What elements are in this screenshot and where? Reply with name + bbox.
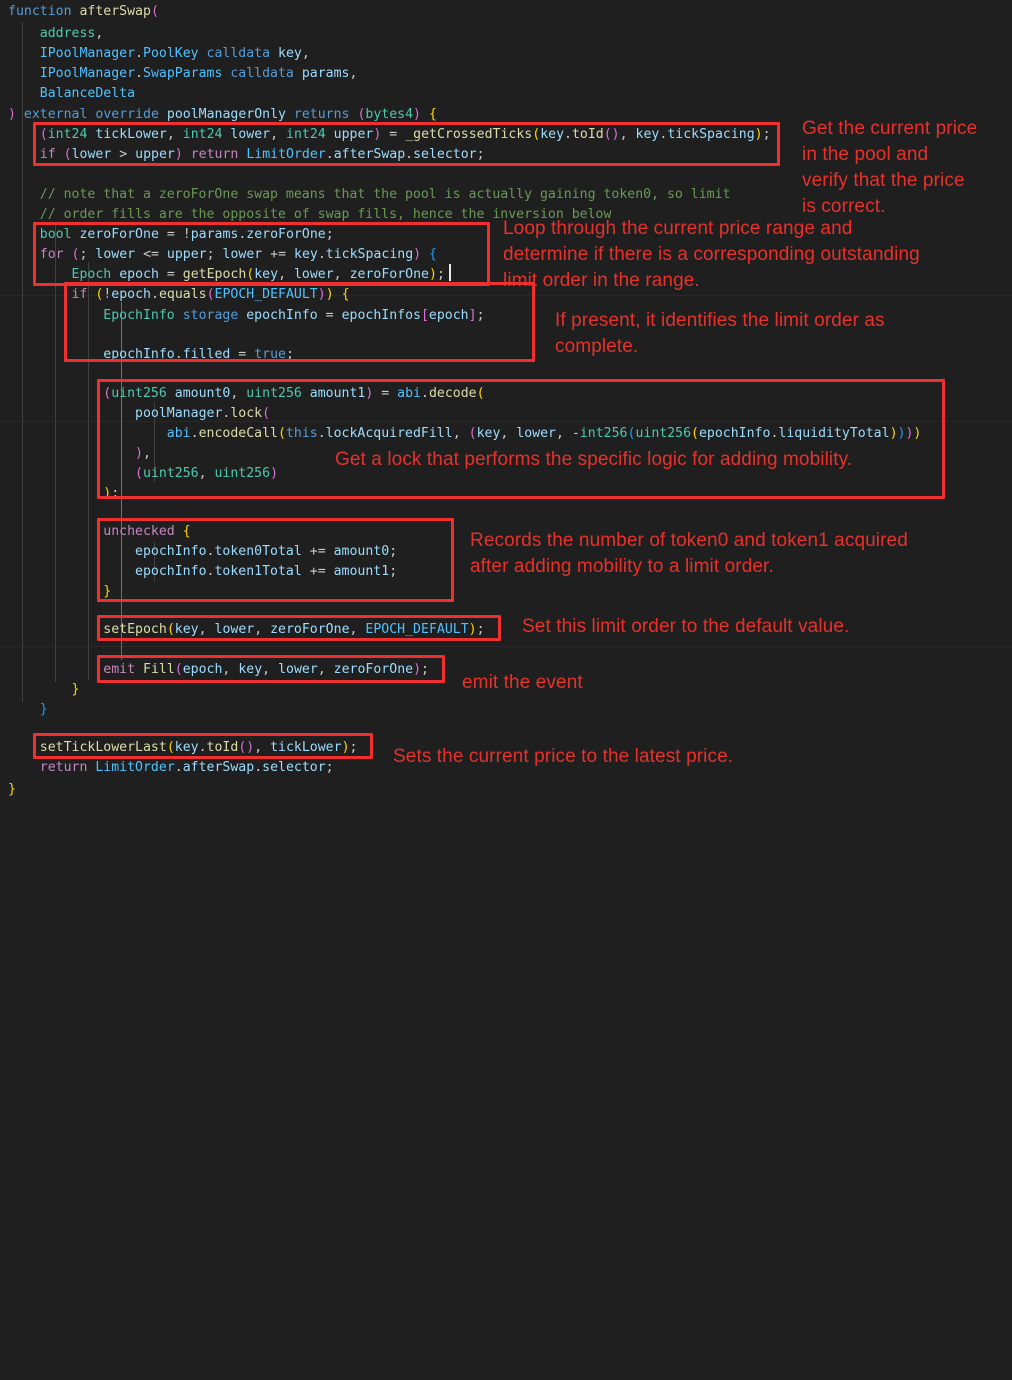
code-line[interactable]: EpochInfo storage epochInfo = epochInfos… <box>8 306 484 326</box>
code-line[interactable]: ) external override poolManagerOnly retu… <box>8 105 437 125</box>
annotation-current-price: Get the current price in the pool and ve… <box>802 118 978 217</box>
annotation-default-value: Set this limit order to the default valu… <box>522 616 850 637</box>
code-line[interactable]: (uint256 amount0, uint256 amount1) = abi… <box>8 384 484 404</box>
code-line[interactable]: poolManager.lock( <box>8 404 270 424</box>
code-line[interactable]: setEpoch(key, lower, zeroForOne, EPOCH_D… <box>8 620 484 640</box>
code-line[interactable]: emit Fill(epoch, key, lower, zeroForOne)… <box>8 660 429 680</box>
code-editor-view[interactable]: function afterSwap( address, IPoolManage… <box>0 0 1012 807</box>
code-line[interactable]: BalanceDelta <box>8 84 135 104</box>
code-line[interactable]: epochInfo.filled = true; <box>8 345 294 365</box>
code-line[interactable]: } <box>8 680 80 700</box>
code-line[interactable]: abi.encodeCall(this.lockAcquiredFill, (k… <box>8 424 922 444</box>
code-line[interactable]: ); <box>8 484 119 504</box>
code-line[interactable]: IPoolManager.PoolKey calldata key, <box>8 44 310 64</box>
annotation-lock-logic: Get a lock that performs the specific lo… <box>335 449 853 470</box>
code-line[interactable]: (int24 tickLower, int24 lower, int24 upp… <box>8 125 771 145</box>
code-line[interactable]: if (!epoch.equals(EPOCH_DEFAULT)) { <box>8 285 350 305</box>
code-line[interactable]: address, <box>8 24 104 44</box>
code-line[interactable]: setTickLowerLast(key.toId(), tickLower); <box>8 738 358 758</box>
code-line[interactable]: } <box>8 780 16 800</box>
code-line[interactable]: } <box>8 700 48 720</box>
code-line[interactable]: return LimitOrder.afterSwap.selector; <box>8 758 334 778</box>
code-line[interactable]: (uint256, uint256) <box>8 464 278 484</box>
code-line[interactable]: epochInfo.token1Total += amount1; <box>8 562 397 582</box>
text-caret <box>449 264 451 281</box>
code-line[interactable]: } <box>8 582 111 602</box>
annotation-emit-event: emit the event <box>462 672 583 693</box>
annotation-identify-order: If present, it identifies the limit orde… <box>555 310 885 357</box>
code-line[interactable]: bool zeroForOne = !params.zeroForOne; <box>8 225 334 245</box>
code-line[interactable]: for (; lower <= upper; lower += key.tick… <box>8 245 437 265</box>
code-line[interactable]: ), <box>8 444 151 464</box>
code-line[interactable]: if (lower > upper) return LimitOrder.aft… <box>8 145 485 165</box>
code-line[interactable]: epochInfo.token0Total += amount0; <box>8 542 397 562</box>
code-line[interactable]: Epoch epoch = getEpoch(key, lower, zeroF… <box>8 265 445 285</box>
annotation-loop-range: Loop through the current price range and… <box>503 218 920 291</box>
code-line[interactable]: unchecked { <box>8 522 190 542</box>
code-line[interactable]: IPoolManager.SwapParams calldata params, <box>8 64 358 84</box>
code-line: // note that a zeroForOne swap means tha… <box>39 187 731 202</box>
annotation-latest-price: Sets the current price to the latest pri… <box>393 746 734 767</box>
code-line[interactable]: function afterSwap( <box>8 2 159 22</box>
annotation-record-tokens: Records the number of token0 and token1 … <box>470 530 908 577</box>
